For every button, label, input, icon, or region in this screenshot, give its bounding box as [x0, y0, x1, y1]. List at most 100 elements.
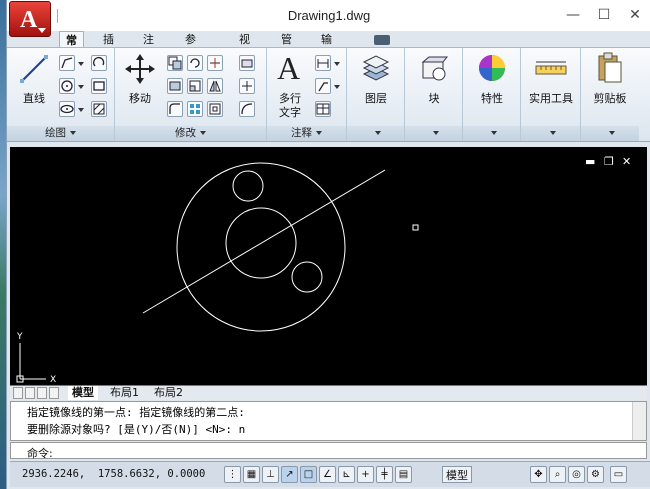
rectangle-button[interactable] — [91, 78, 107, 94]
clipboard-button-label[interactable]: 剪贴板 — [585, 90, 635, 106]
polyline-dropdown-icon[interactable] — [78, 62, 84, 66]
tab-layout1[interactable]: 布局1 — [106, 386, 143, 400]
workspace-icon[interactable]: ⚙ — [587, 466, 604, 483]
circle-button[interactable] — [59, 78, 75, 94]
color-wheel-icon[interactable] — [477, 53, 507, 83]
draw-panel-footer[interactable]: 绘图 — [7, 126, 114, 141]
next-layout-icon[interactable] — [37, 387, 47, 399]
offset-icon — [209, 103, 221, 115]
explode-button[interactable] — [239, 78, 255, 94]
annotation-panel-footer[interactable]: 注释 — [267, 126, 346, 141]
tab-manage[interactable]: 管理 — [275, 31, 298, 63]
scale-button[interactable] — [187, 78, 203, 94]
ellipse-button[interactable] — [59, 101, 75, 117]
modify-panel-footer[interactable]: 修改 — [115, 126, 266, 141]
dynamic-input-toggle[interactable]: + — [357, 466, 374, 483]
object-snap-tracking-toggle[interactable]: ∠ — [319, 466, 336, 483]
measure-icon[interactable] — [535, 60, 567, 76]
maximize-button[interactable]: ☐ — [590, 6, 618, 24]
move-button-label[interactable]: 移动 — [122, 90, 158, 106]
coordinate-readout[interactable]: 2936.2246, 1758.6632, 0.0000 — [22, 468, 205, 480]
block-button-label[interactable]: 块 — [409, 90, 459, 106]
trim-button[interactable] — [207, 55, 223, 71]
block-icon[interactable] — [419, 54, 449, 84]
prev-layout-icon[interactable] — [25, 387, 35, 399]
tab-insert[interactable]: 插入 — [97, 31, 120, 63]
grid-display-toggle[interactable]: ▦ — [243, 466, 260, 483]
offset-button[interactable] — [207, 101, 223, 117]
quick-properties-toggle[interactable]: ▤ — [395, 466, 412, 483]
mirror-button[interactable] — [207, 78, 223, 94]
properties-button-label[interactable]: 特性 — [467, 90, 517, 106]
clipboard-icon[interactable] — [597, 52, 623, 84]
utilities-button-label[interactable]: 实用工具 — [521, 90, 581, 106]
line-icon[interactable] — [19, 54, 49, 84]
tab-view[interactable]: 视图 — [233, 31, 256, 63]
layers-icon[interactable] — [361, 54, 391, 84]
viewport-minimize-icon[interactable]: ▬ — [585, 155, 595, 168]
command-history-scrollbar[interactable] — [632, 402, 646, 440]
linear-dimension-button[interactable] — [315, 55, 331, 71]
upper-small-circle[interactable] — [232, 170, 264, 202]
stretch-button[interactable] — [167, 78, 183, 94]
draw-panel-title: 绘图 — [45, 127, 66, 139]
command-prompt: 命令: — [27, 447, 53, 460]
copy-button[interactable] — [167, 55, 183, 71]
leader-dropdown-icon[interactable] — [334, 85, 340, 89]
ortho-mode-toggle[interactable]: ⊥ — [262, 466, 279, 483]
application-menu-button[interactable]: A — [9, 1, 51, 37]
minimize-button[interactable]: — — [559, 6, 587, 24]
pan-icon[interactable]: ✥ — [530, 466, 547, 483]
tab-annotate[interactable]: 注释 — [137, 31, 160, 63]
array-button[interactable] — [187, 101, 203, 117]
lower-small-circle[interactable] — [291, 261, 323, 293]
tab-parametric[interactable]: 参数化 — [179, 31, 202, 80]
table-button[interactable] — [315, 101, 331, 117]
layers-panel-footer[interactable] — [347, 126, 404, 141]
tab-output[interactable]: 输出 — [315, 31, 338, 63]
snap-mode-toggle[interactable]: ⋮ — [224, 466, 241, 483]
chevron-down-icon — [374, 131, 381, 135]
first-layout-icon[interactable] — [13, 387, 23, 399]
arc-button[interactable] — [91, 55, 107, 71]
mtext-label-line2[interactable]: 文字 — [273, 104, 307, 120]
properties-panel-footer[interactable] — [463, 126, 520, 141]
lineweight-toggle[interactable]: ╪ — [376, 466, 393, 483]
hatch-button[interactable] — [91, 101, 107, 117]
ribbon-minimize-toggle[interactable] — [374, 35, 390, 45]
line-button-label[interactable]: 直线 — [19, 90, 49, 106]
tab-model[interactable]: 模型 — [68, 386, 98, 400]
last-layout-icon[interactable] — [49, 387, 59, 399]
layers-button-label[interactable]: 图层 — [351, 90, 401, 106]
clipboard-panel-footer[interactable] — [581, 126, 639, 141]
erase-button[interactable] — [239, 55, 255, 71]
zoom-icon[interactable]: ⌕ — [549, 466, 566, 483]
move-icon[interactable] — [125, 54, 155, 84]
dimension-dropdown-icon[interactable] — [334, 62, 340, 66]
polar-tracking-toggle[interactable]: ↗ — [281, 466, 298, 483]
rotate-button[interactable] — [187, 55, 203, 71]
drawing-canvas[interactable]: Y X — [10, 147, 647, 385]
mirror-line[interactable] — [142, 169, 386, 314]
object-snap-toggle[interactable]: □ — [300, 466, 317, 483]
viewport-restore-icon[interactable]: ❐ — [604, 155, 614, 168]
close-button[interactable]: ✕ — [621, 6, 649, 24]
outer-circle[interactable] — [176, 162, 346, 332]
tab-home[interactable]: 常用 — [59, 31, 84, 64]
model-space-button[interactable]: 模型 — [442, 466, 472, 483]
leader-button[interactable] — [315, 78, 331, 94]
tab-layout2[interactable]: 布局2 — [150, 386, 187, 400]
polyline-button[interactable] — [59, 55, 75, 71]
steering-wheel-icon[interactable]: ◎ — [568, 466, 585, 483]
block-panel-footer[interactable] — [405, 126, 462, 141]
window-title: Drawing1.dwg — [287, 8, 371, 23]
circle-dropdown-icon[interactable] — [78, 85, 84, 89]
dynamic-ucs-toggle[interactable]: ⊾ — [338, 466, 355, 483]
utilities-panel-footer[interactable] — [521, 126, 580, 141]
join-button[interactable] — [239, 101, 255, 117]
ellipse-dropdown-icon[interactable] — [78, 108, 84, 112]
fillet-button[interactable] — [167, 101, 183, 117]
multiline-text-icon[interactable]: A — [277, 50, 300, 87]
viewport-close-icon[interactable]: ✕ — [622, 155, 631, 168]
clean-screen-icon[interactable]: ▭ — [610, 466, 627, 483]
